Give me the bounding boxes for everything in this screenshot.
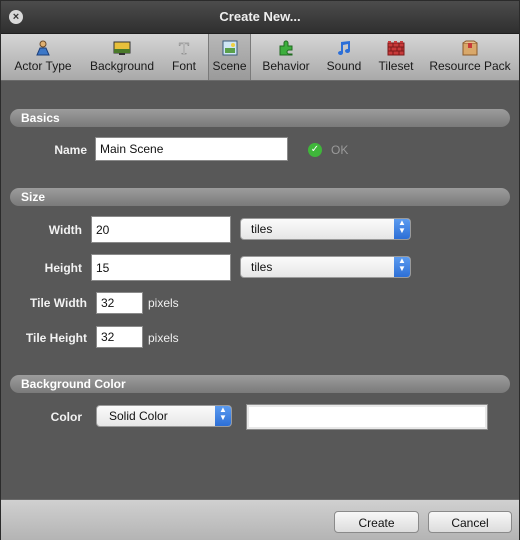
color-mode-value: Solid Color (109, 409, 168, 423)
title-bar: × Create New... (1, 1, 519, 34)
section-title: Background Color (21, 377, 126, 391)
dialog-body: Basics Name ✓ OK Size Width tiles ▲▼ Hei… (1, 81, 519, 499)
tileset-icon (387, 41, 405, 56)
actor-icon (36, 40, 50, 56)
width-label: Width (48, 223, 82, 237)
behavior-icon (279, 40, 293, 56)
svg-text:T: T (179, 40, 189, 56)
color-swatch[interactable] (246, 404, 488, 430)
tab-sound[interactable]: Sound (321, 34, 367, 80)
width-input[interactable] (91, 216, 231, 243)
height-input[interactable] (91, 254, 231, 281)
name-input[interactable] (95, 137, 288, 161)
tab-label: Background (89, 59, 155, 73)
font-icon: T (179, 40, 190, 56)
background-icon (113, 41, 131, 55)
tab-label: Sound (326, 59, 362, 73)
tile-height-input[interactable] (96, 326, 143, 348)
name-label: Name (54, 143, 87, 157)
tile-height-label: Tile Height (25, 331, 87, 345)
ok-status: OK (331, 143, 349, 157)
tile-width-label: Tile Width (30, 296, 87, 310)
resource-pack-icon (462, 40, 478, 56)
checkmark-icon: ✓ (308, 143, 322, 157)
create-button[interactable]: Create (334, 511, 419, 533)
chevron-updown-icon: ▲ ▼ (215, 406, 231, 426)
height-label: Height (44, 261, 82, 275)
tab-font[interactable]: T Font (163, 34, 205, 80)
height-unit-value: tiles (251, 260, 273, 274)
tab-label: Actor Type (14, 59, 72, 73)
tab-label: Scene (212, 59, 247, 73)
scene-icon (222, 40, 237, 56)
tile-height-unit: pixels (148, 331, 179, 345)
tab-label: Behavior (262, 59, 310, 73)
tab-label: Resource Pack (429, 59, 511, 73)
tab-label: Font (171, 59, 196, 73)
resource-type-toolbar: Actor Type Background T Font Scene Behav… (1, 34, 519, 81)
tile-width-input[interactable] (96, 292, 143, 314)
basics-section-header: Basics (10, 109, 510, 127)
window-title: Create New... (219, 9, 301, 24)
background-color-section-header: Background Color (10, 375, 510, 393)
color-label: Color (50, 410, 82, 424)
tab-tileset[interactable]: Tileset (372, 34, 420, 80)
chevron-updown-icon: ▲ ▼ (394, 257, 410, 277)
width-unit-select[interactable]: tiles ▲ ▼ (240, 218, 411, 240)
tile-width-unit: pixels (148, 296, 179, 310)
create-new-dialog: × Create New... Actor Type Background T … (0, 0, 520, 540)
height-unit-select[interactable]: tiles ▲ ▼ (240, 256, 411, 278)
color-mode-select[interactable]: Solid Color ▲ ▼ (96, 405, 232, 427)
tab-scene[interactable]: Scene (208, 34, 251, 80)
sound-icon (338, 41, 350, 55)
tab-actor-type[interactable]: Actor Type (7, 34, 79, 80)
size-section-header: Size (10, 188, 510, 206)
cancel-button[interactable]: Cancel (428, 511, 512, 533)
dialog-footer: Create Cancel (1, 499, 519, 540)
chevron-updown-icon: ▲ ▼ (394, 219, 410, 239)
tab-resource-pack[interactable]: Resource Pack (426, 34, 514, 80)
tab-label: Tileset (378, 59, 414, 73)
width-unit-value: tiles (251, 222, 273, 236)
tab-behavior[interactable]: Behavior (255, 34, 317, 80)
section-title: Basics (21, 111, 60, 125)
section-title: Size (21, 190, 46, 204)
tab-background[interactable]: Background (85, 34, 159, 80)
